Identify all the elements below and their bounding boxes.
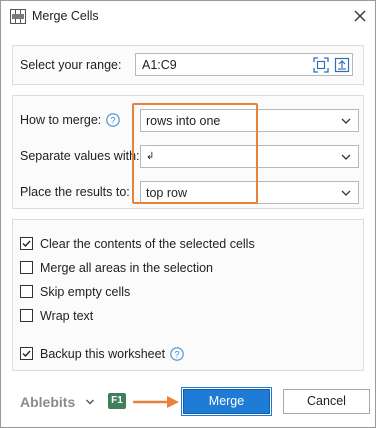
- cancel-button[interactable]: Cancel: [283, 389, 370, 414]
- f1-help-badge[interactable]: F1: [108, 393, 126, 409]
- range-value: A1:C9: [142, 58, 177, 72]
- checkbox-section: Clear the contents of the selected cells…: [12, 219, 364, 371]
- checkbox-box[interactable]: [20, 347, 33, 360]
- checkbox-box[interactable]: [20, 261, 33, 274]
- checkbox-backup-worksheet[interactable]: Backup this worksheet ?: [20, 346, 220, 362]
- svg-text:?: ?: [174, 350, 179, 360]
- help-icon[interactable]: ?: [170, 347, 184, 361]
- arrow-right-icon: [133, 396, 179, 408]
- range-label: Select your range:: [20, 58, 122, 72]
- dialog-footer: Ablebits F1 Merge Cancel: [1, 379, 375, 427]
- chevron-down-icon[interactable]: [85, 397, 95, 407]
- place-results-label: Place the results to:: [20, 185, 130, 199]
- checkbox-label: Merge all areas in the selection: [40, 261, 214, 275]
- checkbox-box[interactable]: [20, 309, 33, 322]
- chevron-down-icon: [341, 154, 351, 160]
- merge-cells-dialog: Merge Cells Select your range: A1:C9 How…: [0, 0, 376, 428]
- checkmark-icon: [22, 240, 31, 248]
- chevron-down-icon: [341, 118, 351, 124]
- range-input[interactable]: A1:C9: [135, 53, 353, 76]
- separate-values-label: Separate values with:: [20, 149, 140, 163]
- help-icon[interactable]: ?: [106, 113, 120, 127]
- close-icon[interactable]: [351, 7, 369, 25]
- title-bar: Merge Cells: [1, 1, 375, 31]
- checkbox-label: Skip empty cells: [40, 285, 131, 299]
- merge-button[interactable]: Merge: [181, 387, 272, 416]
- highlight-frame: [132, 103, 258, 204]
- checkbox-label: Clear the contents of the selected cells: [40, 237, 255, 251]
- checkbox-box[interactable]: [20, 285, 33, 298]
- dialog-title: Merge Cells: [32, 9, 99, 23]
- checkbox-box[interactable]: [20, 237, 33, 250]
- ablebits-logo[interactable]: Ablebits: [20, 394, 75, 410]
- merge-cells-icon: [10, 9, 26, 24]
- how-to-merge-label: How to merge:: [20, 113, 102, 127]
- backup-label: Backup this worksheet: [40, 347, 166, 361]
- range-section: Select your range: A1:C9: [12, 45, 364, 85]
- checkbox-label: Wrap text: [40, 309, 94, 323]
- svg-text:?: ?: [110, 116, 115, 126]
- checkmark-icon: [22, 350, 31, 358]
- chevron-down-icon: [341, 190, 351, 196]
- collapse-dialog-icon[interactable]: [334, 57, 350, 73]
- select-range-icon[interactable]: [313, 57, 329, 73]
